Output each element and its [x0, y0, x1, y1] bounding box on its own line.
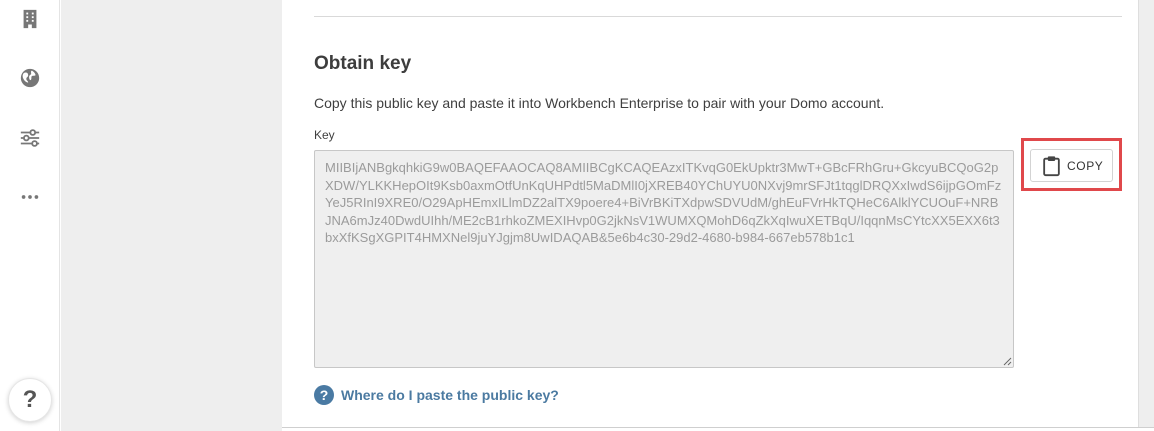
copy-button[interactable]: COPY — [1030, 149, 1113, 182]
sliders-icon[interactable] — [17, 125, 43, 151]
paste-help-link[interactable]: ? Where do I paste the public key? — [314, 385, 559, 405]
section-divider — [314, 16, 1122, 17]
scrollbar[interactable] — [1138, 0, 1154, 431]
clipboard-icon — [1043, 155, 1060, 176]
section-title: Obtain key — [314, 53, 412, 74]
nav-rail: ? — [0, 0, 60, 431]
public-key-textarea[interactable]: MIIBIjANBgkqhkiG9w0BAQEFAAOCAQ8AMIIBCgKC… — [314, 150, 1014, 368]
resize-grip-icon[interactable] — [1002, 356, 1012, 366]
building-icon[interactable] — [17, 6, 43, 32]
key-field-label: Key — [314, 128, 335, 142]
bottom-edge — [282, 427, 1154, 431]
globe-icon[interactable] — [17, 65, 43, 91]
copy-button-label: COPY — [1067, 158, 1104, 173]
more-icon[interactable] — [17, 184, 43, 210]
section-description: Copy this public key and paste it into W… — [314, 95, 885, 111]
question-circle-icon: ? — [314, 385, 334, 405]
help-button[interactable]: ? — [8, 378, 52, 422]
paste-help-link-text: Where do I paste the public key? — [341, 387, 559, 403]
